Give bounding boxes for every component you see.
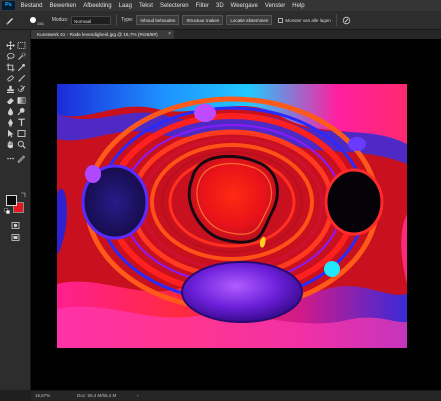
content-aware-button[interactable]: Inhoud behouden — [136, 15, 180, 25]
default-colors-icon[interactable] — [4, 208, 10, 214]
lasso-tool-icon[interactable] — [6, 52, 15, 61]
more-tools-icon[interactable] — [6, 154, 15, 163]
mode-select[interactable]: Normaal — [71, 15, 112, 25]
menu-selecteren[interactable]: Selecteren — [156, 3, 192, 9]
menu-tekst[interactable]: Tekst — [135, 3, 156, 9]
sample-all-layers-label: Monster van alle lagen — [285, 17, 331, 23]
menu-help[interactable]: Help — [289, 3, 308, 9]
proximity-match-button[interactable]: Locatie afstemmen — [226, 15, 273, 25]
quick-select-tool-icon[interactable] — [17, 52, 26, 61]
sample-all-layers-checkbox[interactable] — [278, 17, 284, 23]
status-bar: 16,67% Doc: 55,4 M/55,4 M › — [31, 390, 441, 401]
brush-size-value[interactable]: 150 — [37, 21, 44, 26]
menu-laag[interactable]: Laag — [115, 3, 135, 9]
spot-healing-brush-icon — [6, 18, 13, 25]
dodge-tool-icon[interactable] — [17, 107, 26, 116]
menu-venster[interactable]: Venster — [261, 3, 288, 9]
spot-healing-tool-icon[interactable] — [6, 74, 15, 83]
menu-filter[interactable]: Filter — [192, 3, 212, 9]
tools-panel — [0, 30, 31, 390]
rectangle-tool-icon[interactable] — [17, 129, 26, 138]
menu-afbeelding[interactable]: Afbeelding — [80, 3, 115, 9]
path-select-tool-icon[interactable] — [6, 129, 15, 138]
marquee-tool-icon[interactable] — [17, 41, 26, 50]
menu-bestand[interactable]: Bestand — [17, 3, 46, 9]
menu-bewerken[interactable]: Bewerken — [46, 3, 80, 9]
menu-3d[interactable]: 3D — [212, 3, 227, 9]
eraser-tool-icon[interactable] — [6, 96, 15, 105]
tool-preset-picker[interactable] — [0, 13, 20, 27]
options-bar: 150 Modus: Normaal Type: Inhoud behouden… — [0, 11, 441, 30]
artwork-image[interactable] — [57, 84, 407, 348]
pressure-size-button[interactable] — [337, 13, 357, 27]
zoom-tool-icon[interactable] — [17, 140, 26, 149]
canvas-pasteboard[interactable] — [31, 39, 441, 390]
swap-colors-icon[interactable] — [20, 192, 26, 198]
photoshop-logo[interactable]: Ps — [2, 1, 15, 10]
history-brush-tool-icon[interactable] — [17, 85, 26, 94]
move-tool-icon[interactable] — [6, 41, 15, 50]
mode-label: Modus: — [51, 17, 69, 23]
clone-stamp-tool-icon[interactable] — [6, 85, 15, 94]
gradient-tool-icon[interactable] — [17, 96, 26, 105]
document-tab[interactable]: Kunstwerk 41 - Rode levendigheid.jpg @ 1… — [31, 30, 174, 39]
foreground-color-swatch[interactable] — [6, 195, 17, 206]
document-tab-bar: Kunstwerk 41 - Rode levendigheid.jpg @ 1… — [31, 30, 441, 39]
brush-preview-icon[interactable] — [30, 17, 36, 23]
fluid-art-image — [57, 84, 407, 348]
document-tab-title: Kunstwerk 41 - Rode levendigheid.jpg @ 1… — [37, 32, 158, 37]
edit-toolbar-icon[interactable] — [17, 154, 26, 163]
eyedropper-tool-icon[interactable] — [17, 63, 26, 72]
blur-tool-icon[interactable] — [6, 107, 15, 116]
hand-tool-icon[interactable] — [6, 140, 15, 149]
type-tool-icon[interactable] — [17, 118, 26, 127]
brush-tool-icon[interactable] — [17, 74, 26, 83]
create-texture-button[interactable]: Structuur maken — [182, 15, 224, 25]
quick-mask-icon[interactable] — [11, 221, 20, 230]
crop-tool-icon[interactable] — [6, 63, 15, 72]
screen-mode-icon[interactable] — [11, 233, 20, 242]
stylus-pressure-icon — [343, 16, 351, 24]
options-divider — [116, 14, 118, 26]
menu-bar: Ps Bestand Bewerken Afbeelding Laag Teks… — [0, 0, 441, 11]
menu-weergave[interactable]: Weergave — [227, 3, 261, 9]
type-label: Type: — [121, 17, 134, 23]
pen-tool-icon[interactable] — [6, 118, 15, 127]
close-tab-icon[interactable]: × — [168, 30, 171, 39]
